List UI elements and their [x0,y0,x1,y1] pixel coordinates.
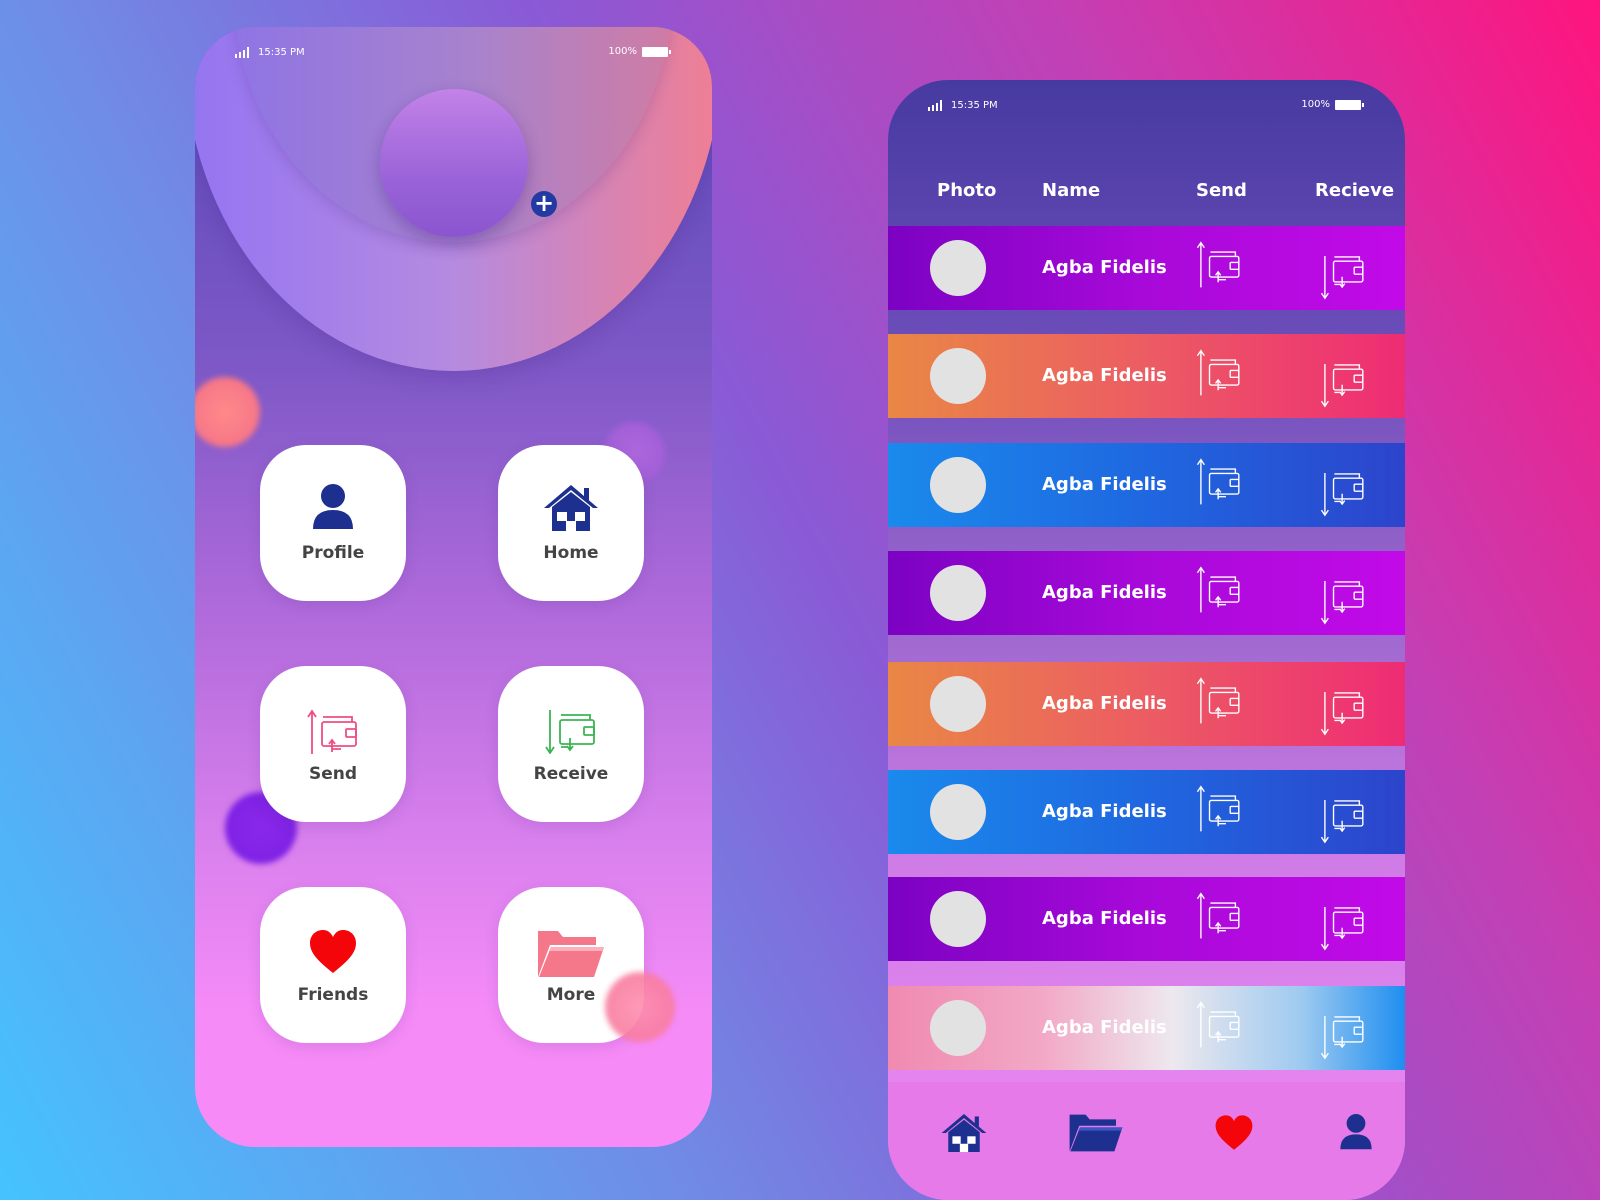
add-photo-button[interactable]: + [531,191,557,217]
tile-label: Friends [297,985,369,1005]
bottom-nav [888,1082,1405,1200]
home-screen-phone: 15:35 PM 100% + Profile Home Send Receiv… [195,27,712,1147]
wallet-receive-icon[interactable] [1318,575,1368,629]
status-time: 15:35 PM [951,100,998,111]
wallet-receive-icon [498,706,644,758]
person-icon[interactable] [1338,1112,1374,1156]
home-tile[interactable]: Home [498,445,644,601]
transactions-phone: 15:35 PM 100% Photo Name Send Recieve Ag… [888,80,1405,1200]
tile-label: Send [308,764,358,784]
wallet-send-icon[interactable] [1194,891,1244,945]
battery-icon [642,47,671,57]
status-bar: 15:35 PM 100% [195,27,712,77]
avatar[interactable] [930,891,986,947]
contact-name: Agba Fidelis [1042,474,1167,495]
status-time: 15:35 PM [258,47,305,58]
profile-tile[interactable]: Profile [260,445,406,601]
friends-tile[interactable]: Friends [260,887,406,1043]
folder-icon[interactable] [1068,1112,1124,1158]
avatar[interactable] [930,565,986,621]
column-header-photo: Photo [937,180,997,201]
battery-percent: 100% [1301,99,1330,110]
wallet-receive-icon[interactable] [1318,1010,1368,1064]
wallet-send-icon[interactable] [1194,240,1244,294]
home-icon [498,483,644,537]
home-icon[interactable] [940,1112,988,1158]
tile-label: Receive [533,764,609,784]
signal-icon [235,47,251,61]
heart-icon[interactable] [1214,1114,1254,1156]
send-tile[interactable]: Send [260,666,406,822]
column-header-send: Send [1196,180,1247,201]
signal-icon [928,100,944,114]
contact-name: Agba Fidelis [1042,908,1167,929]
column-header-name: Name [1042,180,1101,201]
wallet-send-icon[interactable] [1194,1000,1244,1054]
contact-row[interactable]: Agba Fidelis [888,551,1405,635]
wallet-receive-icon[interactable] [1318,686,1368,740]
wallet-send-icon[interactable] [1194,784,1244,838]
tile-label: Profile [301,543,365,563]
contact-name: Agba Fidelis [1042,365,1167,386]
decorative-bubble [605,972,675,1042]
avatar[interactable] [930,457,986,513]
avatar[interactable] [930,676,986,732]
contact-row[interactable]: Agba Fidelis [888,877,1405,961]
column-header-receive: Recieve [1315,180,1395,201]
person-icon [260,483,406,535]
tile-label: Home [543,543,599,563]
contact-name: Agba Fidelis [1042,693,1167,714]
status-bar: 15:35 PM 100% [888,80,1405,130]
wallet-send-icon[interactable] [1194,565,1244,619]
contact-name: Agba Fidelis [1042,1017,1167,1038]
avatar[interactable] [930,240,986,296]
contact-row[interactable]: Agba Fidelis [888,443,1405,527]
folder-icon [498,929,644,983]
wallet-receive-icon[interactable] [1318,901,1368,955]
heart-icon [260,929,406,979]
contact-name: Agba Fidelis [1042,801,1167,822]
wallet-send-icon[interactable] [1194,348,1244,402]
contact-name: Agba Fidelis [1042,582,1167,603]
profile-photo[interactable] [380,89,528,237]
contact-name: Agba Fidelis [1042,257,1167,278]
contact-row[interactable]: Agba Fidelis [888,662,1405,746]
receive-tile[interactable]: Receive [498,666,644,822]
wallet-send-icon[interactable] [1194,457,1244,511]
contact-row[interactable]: Agba Fidelis [888,770,1405,854]
wallet-receive-icon[interactable] [1318,467,1368,521]
avatar[interactable] [930,348,986,404]
contact-row[interactable]: Agba Fidelis [888,986,1405,1070]
wallet-receive-icon[interactable] [1318,358,1368,412]
contact-row[interactable]: Agba Fidelis [888,226,1405,310]
avatar[interactable] [930,784,986,840]
battery-percent: 100% [608,46,637,57]
battery-icon [1335,100,1364,110]
wallet-send-icon[interactable] [1194,676,1244,730]
wallet-send-icon [260,708,406,760]
wallet-receive-icon[interactable] [1318,794,1368,848]
wallet-receive-icon[interactable] [1318,250,1368,304]
decorative-bubble [195,377,260,447]
contact-row[interactable]: Agba Fidelis [888,334,1405,418]
avatar[interactable] [930,1000,986,1056]
